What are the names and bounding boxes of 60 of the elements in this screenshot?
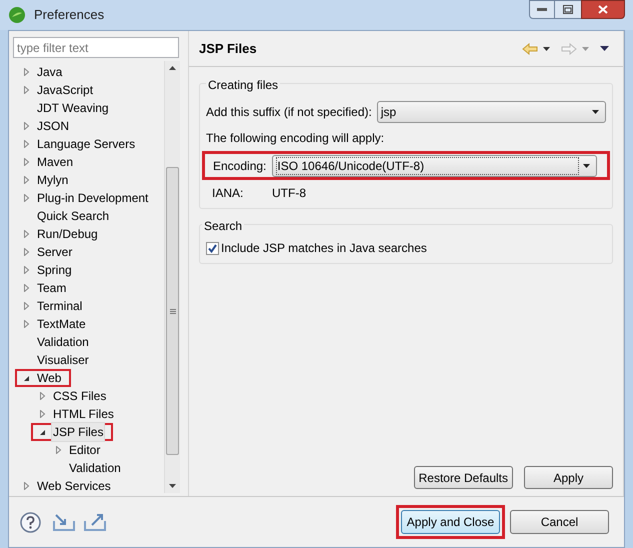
page-title: JSP Files bbox=[199, 40, 257, 58]
scrollbar-thumb[interactable] bbox=[166, 167, 179, 455]
tree-item[interactable]: TextMate bbox=[35, 314, 88, 334]
forward-arrow-icon[interactable] bbox=[561, 42, 577, 54]
tree-item[interactable]: Server bbox=[35, 242, 74, 262]
field-label: Add this suffix (if not specified): bbox=[206, 104, 372, 121]
checkbox-label: Include JSP matches in Java searches bbox=[221, 240, 427, 257]
tree-item[interactable]: Run/Debug bbox=[35, 224, 100, 244]
tree-item[interactable]: Visualiser bbox=[35, 350, 91, 370]
caret-icon bbox=[592, 110, 599, 114]
scroll-up-icon[interactable] bbox=[169, 66, 176, 70]
view-menu-icon[interactable] bbox=[600, 46, 609, 51]
tree-item[interactable]: JSON bbox=[35, 116, 72, 136]
dropdown[interactable]: jsp bbox=[376, 101, 606, 123]
cancel-button[interactable]: Cancel bbox=[510, 510, 609, 534]
help-icon[interactable] bbox=[20, 512, 41, 532]
apply-button[interactable]: Apply bbox=[524, 466, 613, 489]
close-icon bbox=[598, 5, 608, 14]
tree-item[interactable]: Team bbox=[35, 278, 68, 298]
field-label: IANA: bbox=[212, 185, 244, 202]
tree-item[interactable]: JSP Files bbox=[51, 422, 106, 442]
app-logo-icon bbox=[8, 6, 26, 24]
tree-item[interactable]: Plug-in Development bbox=[35, 188, 150, 208]
dropdown-icon[interactable] bbox=[543, 46, 550, 50]
scroll-down-icon[interactable] bbox=[169, 484, 176, 488]
tree-item[interactable]: Editor bbox=[67, 440, 102, 460]
tree-item[interactable]: Spring bbox=[35, 260, 74, 280]
close-button[interactable] bbox=[581, 0, 625, 19]
field-label: The following encoding will apply: bbox=[206, 130, 386, 147]
minimize-icon bbox=[537, 8, 547, 11]
tree-item[interactable]: Web bbox=[35, 368, 64, 388]
tree-item[interactable]: Terminal bbox=[35, 296, 84, 316]
checkbox[interactable] bbox=[206, 242, 219, 254]
window-title: Preferences bbox=[34, 6, 104, 24]
back-arrow-icon[interactable] bbox=[522, 42, 538, 54]
dropdown[interactable]: ISO 10646/Unicode(UTF-8) bbox=[272, 154, 597, 176]
tree-item[interactable]: JDT Weaving bbox=[35, 98, 111, 118]
tree-item[interactable]: Validation bbox=[35, 332, 91, 352]
apply-and-close-button[interactable]: Apply and Close bbox=[401, 510, 500, 534]
tree-item[interactable]: JavaScript bbox=[35, 80, 96, 100]
tree-item[interactable]: Java bbox=[35, 62, 64, 82]
restore-defaults-button[interactable]: Restore Defaults bbox=[414, 466, 513, 489]
export-icon[interactable] bbox=[84, 513, 106, 531]
import-icon[interactable] bbox=[53, 513, 75, 531]
tree-item[interactable]: Maven bbox=[35, 152, 76, 172]
tree-item[interactable]: HTML Files bbox=[51, 404, 116, 424]
tree-item[interactable]: Validation bbox=[67, 458, 123, 478]
tree-item[interactable]: Web Services bbox=[35, 476, 113, 496]
field-label: Encoding: bbox=[213, 158, 266, 174]
tree-item[interactable]: Mylyn bbox=[35, 170, 70, 190]
tree-item[interactable]: Quick Search bbox=[35, 206, 112, 226]
tree-item[interactable]: CSS Files bbox=[51, 386, 108, 406]
maximize-icon bbox=[563, 5, 573, 14]
scrollbar[interactable] bbox=[164, 61, 180, 493]
filter-field[interactable]: type filter text bbox=[13, 37, 179, 58]
caret-icon bbox=[583, 164, 590, 168]
field-value: UTF-8 bbox=[272, 185, 306, 202]
tree-item[interactable]: Language Servers bbox=[35, 134, 138, 154]
maximize-button[interactable] bbox=[555, 0, 581, 19]
minimize-button[interactable] bbox=[529, 0, 555, 19]
